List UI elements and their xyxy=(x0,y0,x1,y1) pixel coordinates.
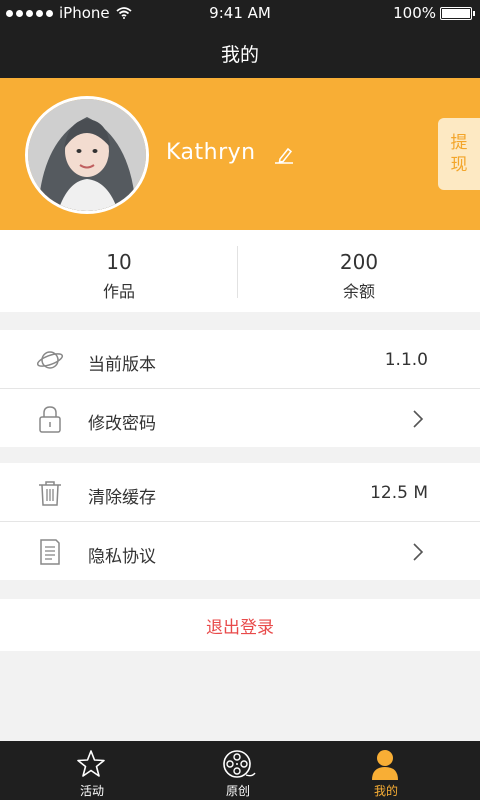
planet-icon xyxy=(36,351,64,369)
stat-label: 余额 xyxy=(342,282,375,301)
tab-label: 原创 xyxy=(225,784,250,798)
row-change-password[interactable]: 修改密码 xyxy=(0,389,480,447)
page-title: 我的 xyxy=(220,43,259,66)
row-value: 1.1.0 xyxy=(384,350,428,370)
tab-label: 活动 xyxy=(79,784,104,798)
nav-bar: 我的 xyxy=(0,28,480,78)
tab-original[interactable]: 原创 xyxy=(158,741,318,800)
stat-value: 200 xyxy=(339,250,379,274)
stat-label: 作品 xyxy=(102,282,135,301)
stats-panel: 10 作品 200 余额 xyxy=(0,230,480,312)
avatar-image xyxy=(28,99,146,211)
chevron-right-icon xyxy=(413,410,424,428)
film-reel-icon xyxy=(223,750,256,778)
lock-icon xyxy=(39,406,61,433)
withdraw-label: 提现 xyxy=(450,133,468,175)
avatar[interactable] xyxy=(25,96,149,214)
withdraw-button[interactable]: 提现 xyxy=(438,118,480,190)
trash-icon xyxy=(39,481,61,506)
star-icon xyxy=(77,750,105,777)
status-bar: iPhone 9:41 AM 100% xyxy=(0,0,480,28)
stat-works[interactable]: 10 作品 xyxy=(0,230,238,312)
row-label: 当前版本 xyxy=(88,355,156,375)
logout-button[interactable]: 退出登录 xyxy=(0,599,480,651)
row-label: 修改密码 xyxy=(88,414,156,434)
stat-balance[interactable]: 200 余额 xyxy=(238,230,480,312)
row-label: 清除缓存 xyxy=(88,488,156,508)
username: Kathryn xyxy=(166,140,256,165)
settings-group-1: 当前版本 1.1.0 修改密码 xyxy=(0,330,480,447)
person-icon xyxy=(372,750,398,780)
tab-label: 我的 xyxy=(373,784,398,798)
logout-label: 退出登录 xyxy=(206,617,274,638)
edit-icon[interactable] xyxy=(274,146,294,164)
battery-icon xyxy=(440,6,475,20)
stat-value: 10 xyxy=(106,250,132,274)
battery-percent: 100% xyxy=(393,4,436,22)
row-value: 12.5 M xyxy=(370,483,428,503)
row-version[interactable]: 当前版本 1.1.0 xyxy=(0,330,480,389)
settings-group-2: 清除缓存 12.5 M 隐私协议 xyxy=(0,463,480,580)
row-label: 隐私协议 xyxy=(88,547,156,567)
document-icon xyxy=(40,539,60,565)
row-privacy[interactable]: 隐私协议 xyxy=(0,522,480,580)
status-right: 100% xyxy=(393,4,475,22)
row-clear-cache[interactable]: 清除缓存 12.5 M xyxy=(0,463,480,522)
tab-bar: 活动 原创 我的 xyxy=(0,741,480,800)
tab-activity[interactable]: 活动 xyxy=(12,741,172,800)
chevron-right-icon xyxy=(413,543,424,561)
profile-header: Kathryn 提现 xyxy=(0,78,480,230)
tab-mine[interactable]: 我的 xyxy=(306,741,466,800)
